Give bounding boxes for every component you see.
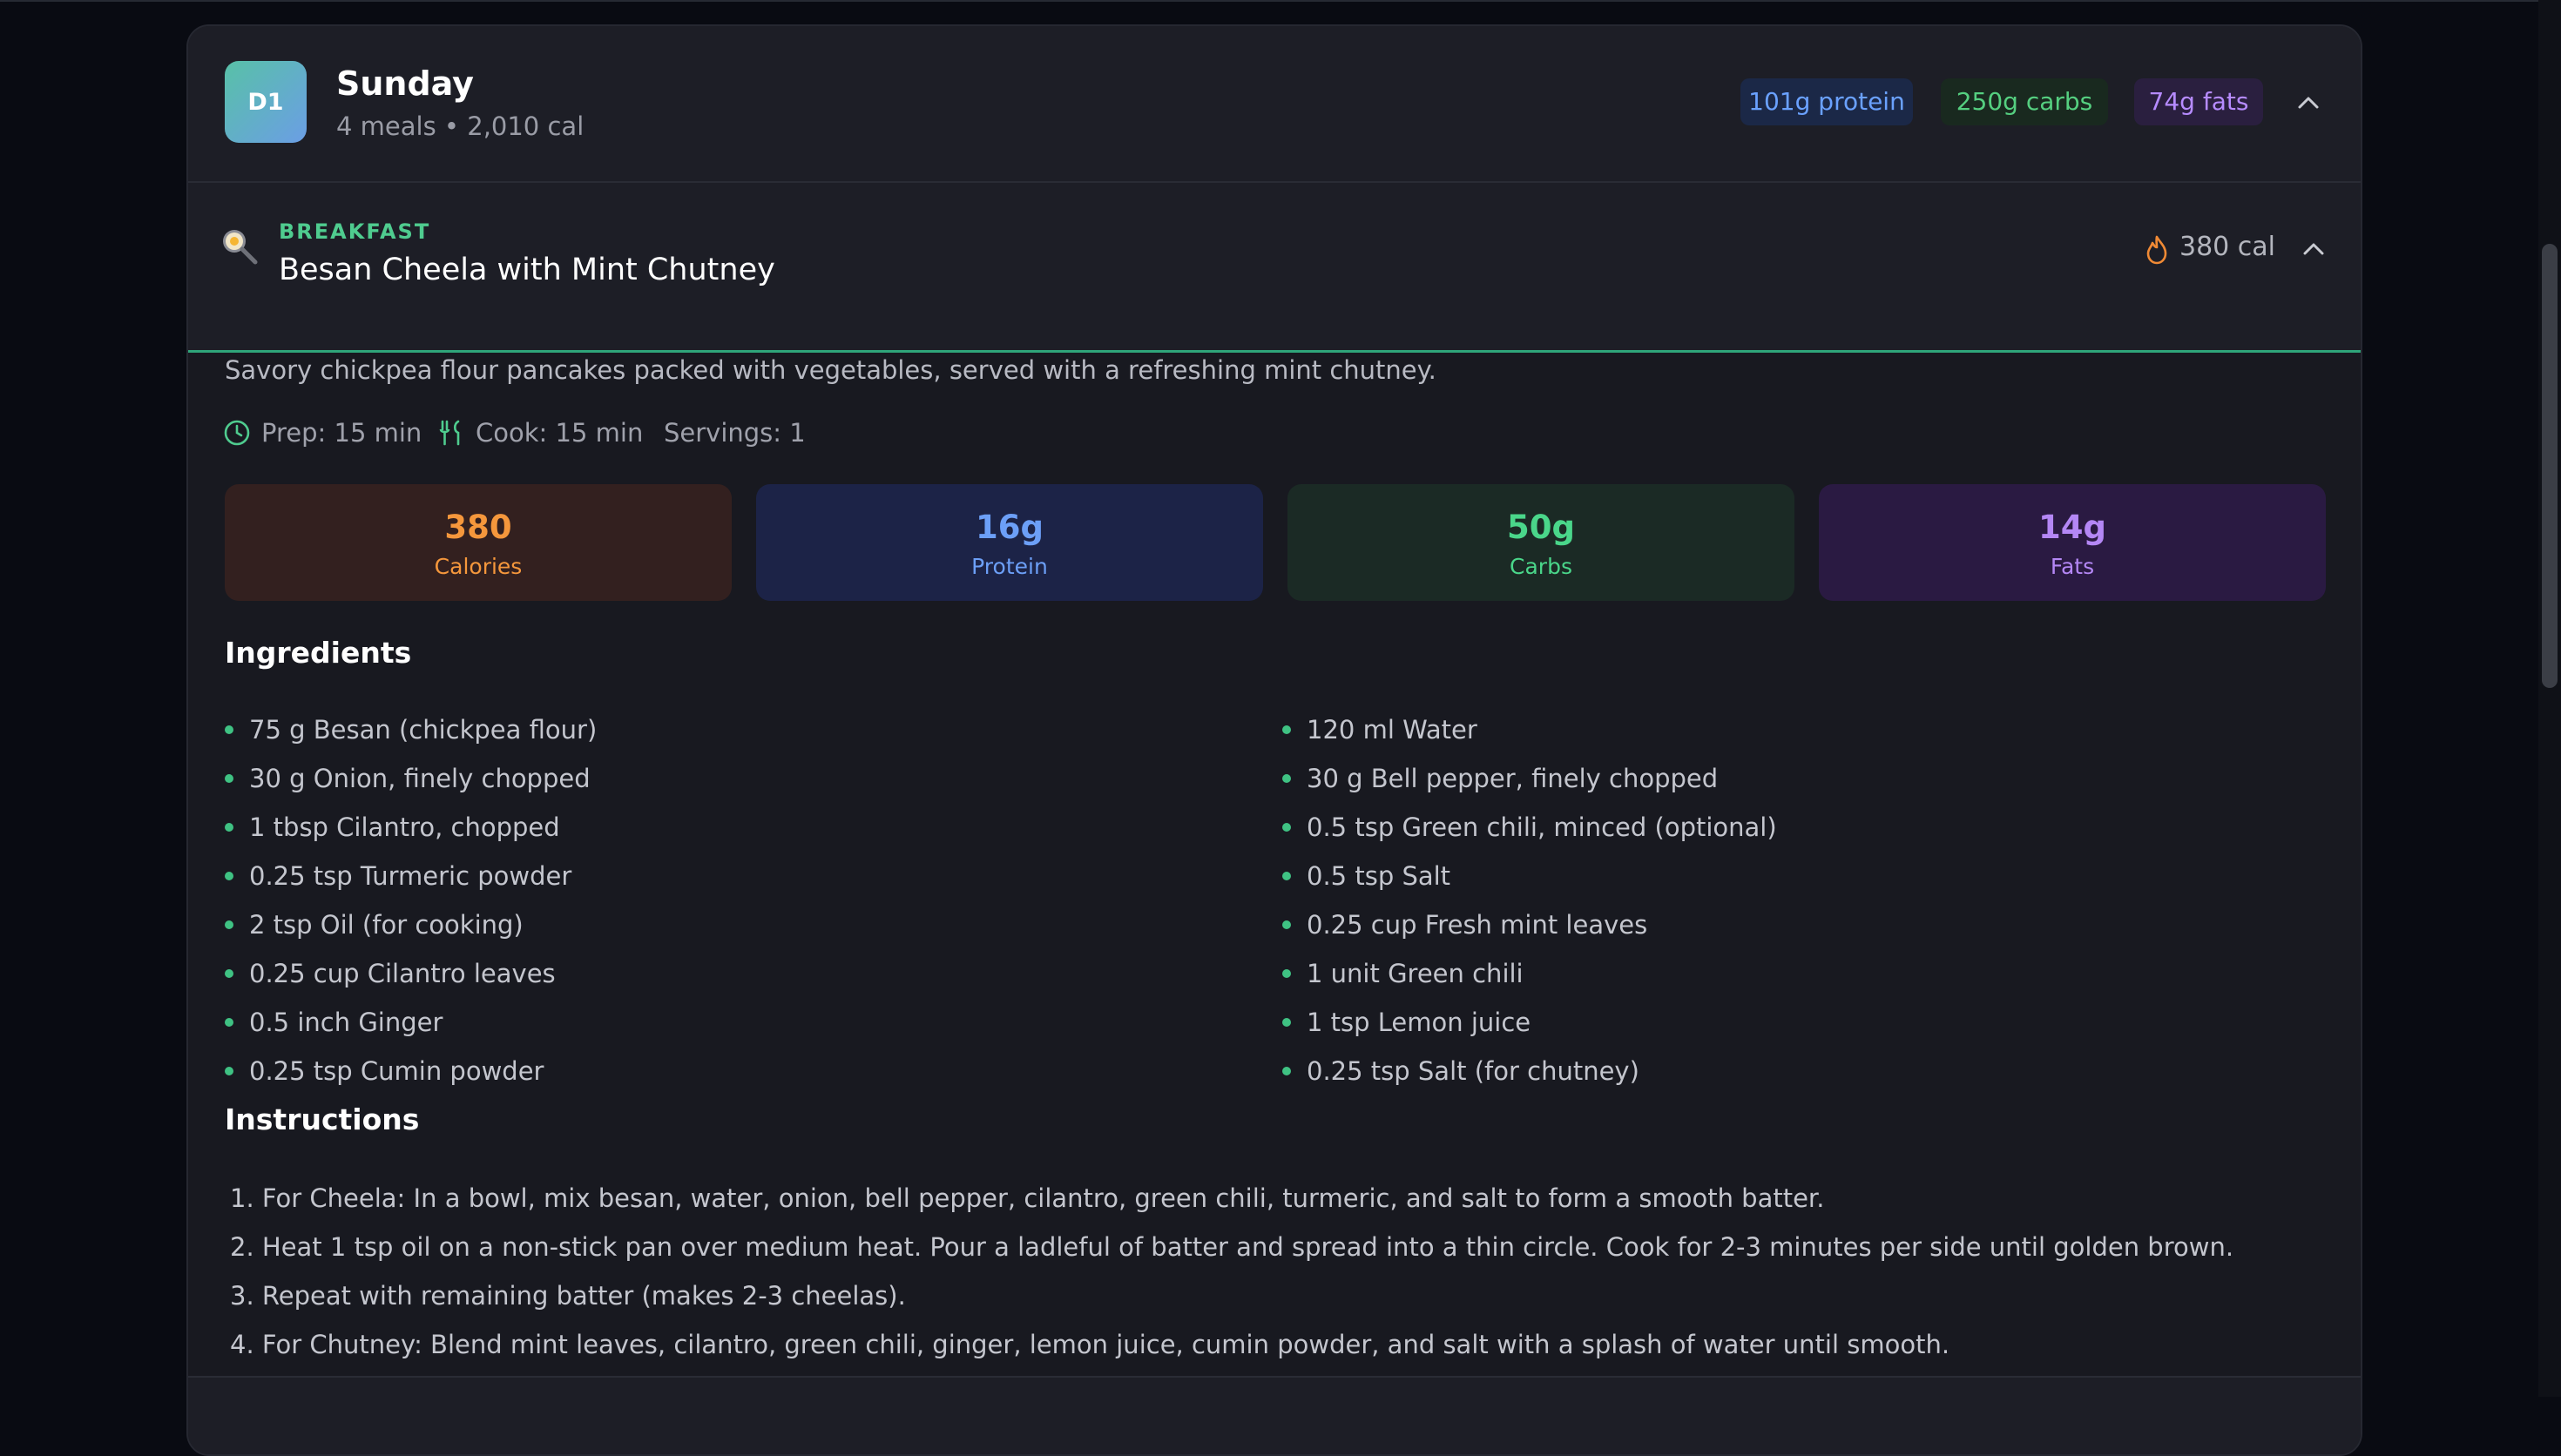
day-card: D1 Sunday 4 meals • 2,010 cal 101g prote… — [186, 24, 2362, 1456]
carbs-stat: 50g Carbs — [1287, 484, 1794, 601]
bullet-dot-icon — [225, 725, 233, 734]
ingredient-item: 0.5 tsp Green chili, minced (optional) — [1282, 803, 1777, 852]
flame-icon — [2146, 235, 2167, 265]
prep-time: Prep: 15 min — [223, 418, 422, 448]
bullet-dot-icon — [1282, 1067, 1291, 1075]
protein-stat: 16g Protein — [756, 484, 1263, 601]
bullet-dot-icon — [1282, 1018, 1291, 1027]
meal-type-label: BREAKFAST — [279, 219, 431, 244]
carbs-label: Carbs — [1510, 554, 1572, 579]
ingredient-text: 1 unit Green chili — [1307, 959, 1524, 988]
ingredient-item: 0.5 inch Ginger — [225, 998, 597, 1047]
servings-label: Servings: 1 — [664, 418, 806, 448]
ingredient-text: 30 g Onion, finely chopped — [249, 764, 591, 793]
cook-time-label: Cook: 15 min — [476, 418, 644, 448]
instructions-list: 1. For Cheela: In a bowl, mix besan, wat… — [230, 1174, 2233, 1369]
ingredient-text: 1 tbsp Cilantro, chopped — [249, 812, 560, 842]
day-badge: D1 — [225, 61, 307, 143]
bullet-dot-icon — [1282, 823, 1291, 832]
fats-badge: 74g fats — [2134, 78, 2263, 125]
protein-value: 16g — [976, 509, 1044, 546]
calories-label: Calories — [434, 554, 523, 579]
cook-time: Cook: 15 min — [437, 418, 643, 448]
instruction-step: 2. Heat 1 tsp oil on a non-stick pan ove… — [230, 1232, 2234, 1262]
ingredients-heading: Ingredients — [225, 636, 412, 670]
bullet-dot-icon — [225, 1018, 233, 1027]
ingredient-text: 0.25 tsp Turmeric powder — [249, 861, 572, 891]
carbs-value: 50g — [1507, 509, 1575, 546]
day-header[interactable]: D1 Sunday 4 meals • 2,010 cal 101g prote… — [188, 26, 2361, 183]
bullet-dot-icon — [225, 823, 233, 832]
bullet-dot-icon — [1282, 969, 1291, 978]
ingredient-text: 0.5 tsp Salt — [1307, 861, 1451, 891]
meal-description: Savory chickpea flour pancakes packed wi… — [225, 355, 1436, 385]
ingredient-text: 0.25 tsp Cumin powder — [249, 1056, 544, 1086]
protein-badge: 101g protein — [1740, 78, 1913, 125]
chevron-up-icon[interactable] — [2296, 91, 2321, 115]
ingredient-item: 0.25 tsp Cumin powder — [225, 1047, 597, 1095]
meal-header[interactable]: BREAKFAST Besan Cheela with Mint Chutney… — [188, 183, 2361, 353]
ingredient-text: 0.5 tsp Green chili, minced (optional) — [1307, 812, 1777, 842]
instructions-heading: Instructions — [225, 1102, 420, 1136]
ingredient-text: 120 ml Water — [1307, 715, 1477, 745]
ingredient-item: 0.25 cup Fresh mint leaves — [1282, 900, 1777, 949]
ingredient-item: 75 g Besan (chickpea flour) — [225, 705, 597, 754]
ingredient-text: 0.25 tsp Salt (for chutney) — [1307, 1056, 1639, 1086]
fats-stat: 14g Fats — [1819, 484, 2326, 601]
servings: Servings: 1 — [664, 418, 806, 448]
cooking-pan-icon — [223, 230, 258, 265]
fats-value: 14g — [2038, 509, 2106, 546]
ingredient-text: 75 g Besan (chickpea flour) — [249, 715, 598, 745]
instruction-step: 4. For Chutney: Blend mint leaves, cilan… — [230, 1330, 1950, 1359]
ingredients-list-left: 75 g Besan (chickpea flour) 30 g Onion, … — [225, 705, 597, 1095]
fats-label: Fats — [2050, 554, 2095, 579]
ingredient-item: 2 tsp Oil (for cooking) — [225, 900, 597, 949]
ingredient-item: 1 unit Green chili — [1282, 949, 1777, 998]
bullet-dot-icon — [1282, 920, 1291, 929]
meal-calories: 380 cal — [2179, 232, 2276, 262]
bullet-dot-icon — [225, 920, 233, 929]
scrollbar-track[interactable] — [2538, 0, 2561, 1397]
ingredient-text: 1 tsp Lemon juice — [1307, 1008, 1531, 1037]
instruction-step: 1. For Cheela: In a bowl, mix besan, wat… — [230, 1183, 1825, 1213]
ingredient-text: 30 g Bell pepper, finely chopped — [1307, 764, 1719, 793]
ingredient-item: 1 tbsp Cilantro, chopped — [225, 803, 597, 852]
ingredients-list-right: 120 ml Water 30 g Bell pepper, finely ch… — [1282, 705, 1777, 1095]
ingredient-item: 120 ml Water — [1282, 705, 1777, 754]
ingredient-text: 0.5 inch Ginger — [249, 1008, 443, 1037]
ingredient-item: 0.5 tsp Salt — [1282, 852, 1777, 900]
meal-name: Besan Cheela with Mint Chutney — [279, 253, 775, 287]
ingredient-item: 30 g Bell pepper, finely chopped — [1282, 754, 1777, 803]
prep-time-label: Prep: 15 min — [261, 418, 422, 448]
bullet-dot-icon — [225, 1067, 233, 1075]
ingredient-item: 0.25 tsp Salt (for chutney) — [1282, 1047, 1777, 1095]
utensils-icon — [439, 420, 460, 446]
scrollbar-thumb[interactable] — [2542, 244, 2558, 688]
bullet-dot-icon — [225, 872, 233, 880]
ingredient-text: 0.25 cup Fresh mint leaves — [1307, 910, 1648, 940]
calories-value: 380 — [444, 509, 512, 546]
chevron-up-icon[interactable] — [2301, 237, 2326, 261]
bullet-dot-icon — [1282, 872, 1291, 880]
calories-stat: 380 Calories — [225, 484, 732, 601]
protein-label: Protein — [971, 554, 1048, 579]
bullet-dot-icon — [1282, 774, 1291, 783]
ingredient-text: 2 tsp Oil (for cooking) — [249, 910, 524, 940]
ingredient-text: 0.25 cup Cilantro leaves — [249, 959, 556, 988]
carbs-badge: 250g carbs — [1941, 78, 2108, 125]
ingredient-item: 30 g Onion, finely chopped — [225, 754, 597, 803]
bullet-dot-icon — [225, 774, 233, 783]
instruction-step: 3. Repeat with remaining batter (makes 2… — [230, 1281, 906, 1311]
window-top-border — [0, 0, 2561, 2]
ingredient-item: 0.25 tsp Turmeric powder — [225, 852, 597, 900]
clock-icon — [224, 420, 250, 446]
next-meal-header[interactable] — [188, 1376, 2361, 1454]
day-title: Sunday — [336, 64, 474, 103]
bullet-dot-icon — [1282, 725, 1291, 734]
ingredient-item: 0.25 cup Cilantro leaves — [225, 949, 597, 998]
bullet-dot-icon — [225, 969, 233, 978]
day-summary: 4 meals • 2,010 cal — [336, 111, 585, 141]
ingredient-item: 1 tsp Lemon juice — [1282, 998, 1777, 1047]
